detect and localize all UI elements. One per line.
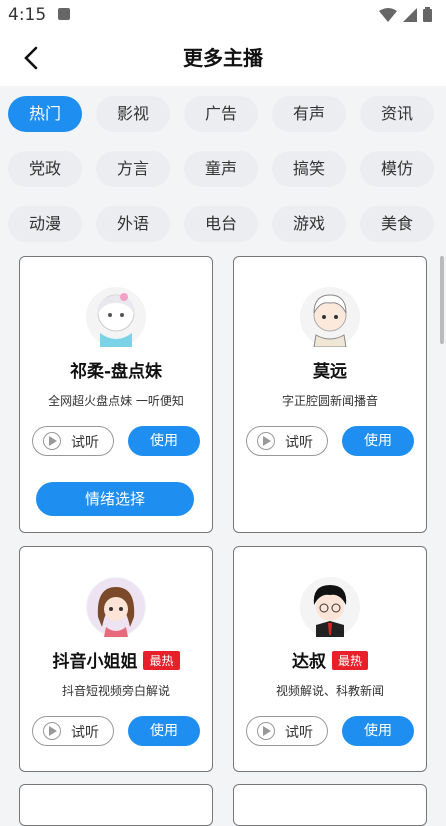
tab-dialect[interactable]: 方言 (96, 151, 170, 187)
tab-radio[interactable]: 电台 (184, 206, 258, 242)
anchor-card[interactable]: 莫远 字正腔圆新闻播音 试听 使用 (233, 256, 427, 533)
wifi-icon (379, 7, 397, 22)
play-icon (257, 432, 275, 450)
anchor-desc: 抖音短视频旁白解说 (61, 684, 170, 698)
tab-ads[interactable]: 广告 (184, 96, 258, 132)
anchor-name: 抖音小姐姐 最热 (20, 647, 212, 672)
anchor-card[interactable]: 抖音小姐姐 最热 抖音短视频旁白解说 试听 使用 (19, 546, 213, 772)
anchor-card[interactable] (233, 784, 427, 826)
use-button[interactable]: 使用 (128, 716, 200, 746)
mood-select-button[interactable]: 情绪选择 (36, 482, 194, 516)
anchor-card[interactable] (19, 784, 213, 826)
avatar (300, 577, 360, 637)
avatar (86, 577, 146, 637)
status-bar: 4:15 (0, 0, 446, 30)
anchor-desc: 字正腔圆新闻播音 (281, 394, 378, 408)
anchor-name-text: 莫远 (313, 362, 347, 382)
play-icon (43, 722, 61, 740)
anchor-name-text: 达叔 (291, 652, 326, 672)
listen-label: 试听 (71, 725, 99, 741)
anchor-desc: 视频解说、科教新闻 (275, 684, 384, 698)
anchor-card[interactable]: 祁柔-盘点妹 全网超火盘点妹 一听便知 试听 使用 情绪选择 (19, 256, 213, 533)
signal-icon (403, 7, 417, 22)
tab-film[interactable]: 影视 (96, 96, 170, 132)
avatar (86, 287, 146, 347)
tab-hot[interactable]: 热门 (8, 96, 82, 132)
play-icon (43, 432, 61, 450)
anchor-name: 达叔 最热 (234, 647, 426, 672)
tab-game[interactable]: 游戏 (272, 206, 346, 242)
hot-badge: 最热 (331, 651, 368, 670)
app-header: 更多主播 (0, 30, 446, 86)
listen-button[interactable]: 试听 (246, 716, 328, 746)
listen-label: 试听 (71, 435, 99, 451)
battery-icon (423, 7, 432, 22)
anchor-name-text: 祁柔-盘点妹 (69, 362, 163, 382)
use-button[interactable]: 使用 (128, 426, 200, 456)
anchor-name: 莫远 (234, 357, 426, 382)
tab-foreign[interactable]: 外语 (96, 206, 170, 242)
tab-food[interactable]: 美食 (360, 206, 434, 242)
tab-anime[interactable]: 动漫 (8, 206, 82, 242)
status-icons (379, 7, 432, 22)
tab-audio[interactable]: 有声 (272, 96, 346, 132)
play-icon (257, 722, 275, 740)
listen-label: 试听 (285, 435, 313, 451)
notification-icon (58, 8, 70, 20)
use-button[interactable]: 使用 (342, 426, 414, 456)
anchor-name: 祁柔-盘点妹 (20, 357, 212, 382)
avatar (300, 287, 360, 348)
tab-imitate[interactable]: 模仿 (360, 151, 434, 187)
hot-badge: 最热 (143, 651, 180, 670)
tab-news[interactable]: 资讯 (360, 96, 434, 132)
status-time: 4:15 (8, 5, 47, 25)
tab-funny[interactable]: 搞笑 (272, 151, 346, 187)
listen-button[interactable]: 试听 (246, 426, 328, 456)
scrollbar[interactable] (440, 256, 444, 344)
tab-politics[interactable]: 党政 (8, 151, 82, 187)
anchor-name-text: 抖音小姐姐 (52, 652, 138, 672)
tab-child[interactable]: 童声 (184, 151, 258, 187)
anchor-desc: 全网超火盘点妹 一听便知 (48, 394, 184, 408)
page-title: 更多主播 (183, 46, 263, 70)
listen-label: 试听 (285, 725, 313, 741)
listen-button[interactable]: 试听 (32, 716, 114, 746)
use-button[interactable]: 使用 (342, 716, 414, 746)
listen-button[interactable]: 试听 (32, 426, 114, 456)
anchor-card[interactable]: 达叔 最热 视频解说、科教新闻 试听 使用 (233, 546, 427, 772)
